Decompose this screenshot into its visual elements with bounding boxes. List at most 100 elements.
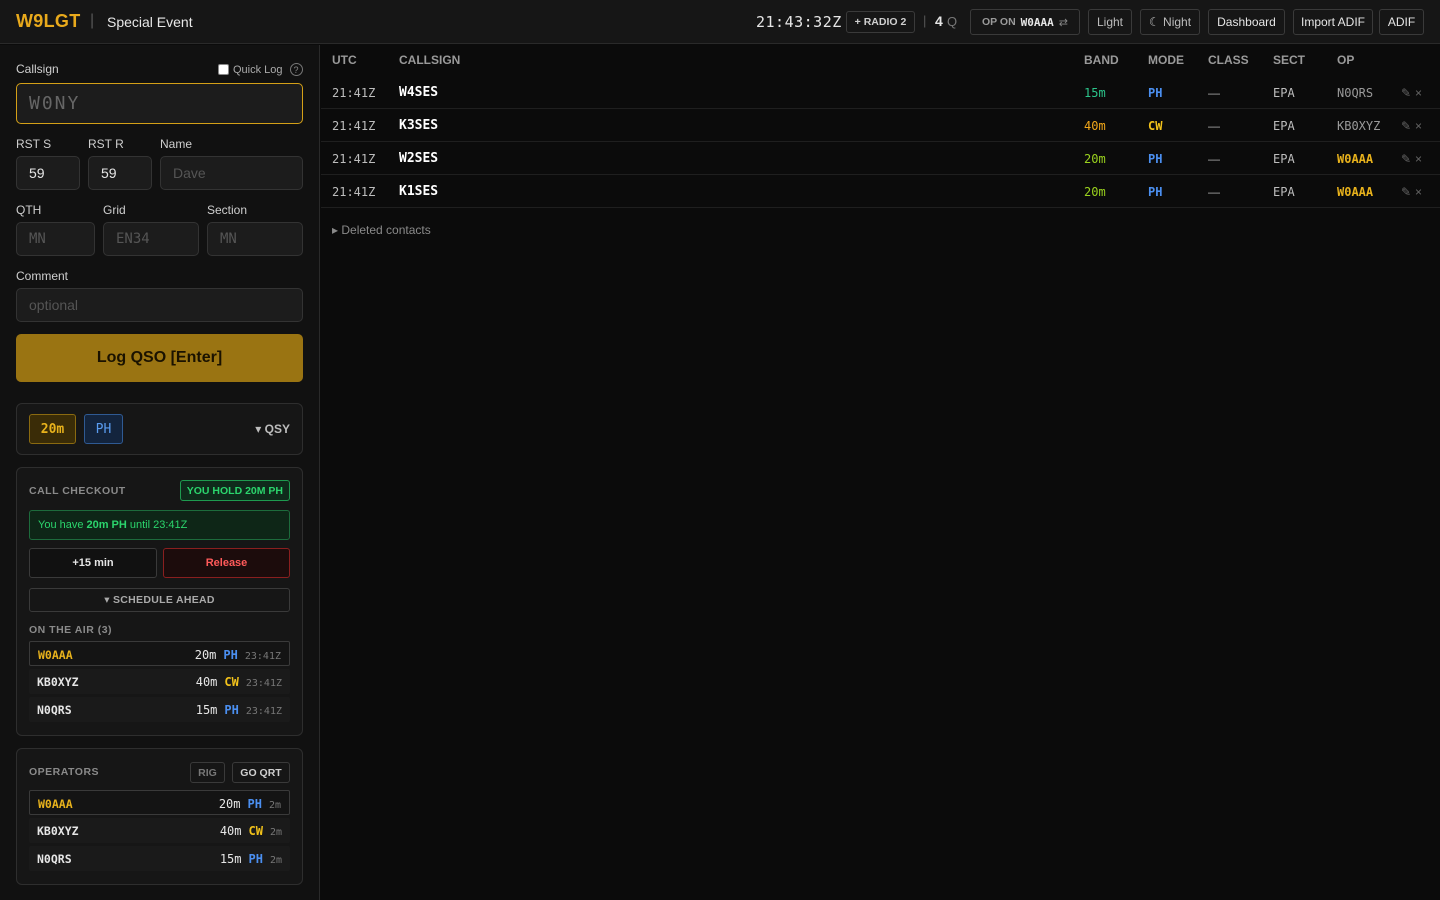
schedule-ahead-button[interactable]: ▾ SCHEDULE AHEAD xyxy=(29,588,290,612)
row-band: 15m xyxy=(1084,86,1106,100)
swap-icon: ⇄ xyxy=(1058,16,1068,29)
qsy-toggle[interactable]: ▾ QSY xyxy=(255,422,290,436)
extend-button[interactable]: +15 min xyxy=(29,548,157,578)
table-row[interactable]: 21:41Z K3SES 40m CW — EPA KB0XYZ ✎× xyxy=(321,109,1440,142)
on-air-band: 40m xyxy=(195,675,218,689)
on-air-time: 23:41Z xyxy=(244,651,281,662)
operator-item: KB0XYZ 40m CW 2m xyxy=(29,818,290,843)
active-operator: W0AAA xyxy=(1020,15,1054,29)
light-theme-button[interactable]: Light xyxy=(1088,9,1132,35)
name-placeholder: Dave xyxy=(173,165,206,181)
row-class: — xyxy=(1208,86,1220,100)
release-button[interactable]: Release xyxy=(163,548,290,578)
row-mode: PH xyxy=(1148,152,1163,166)
row-mode: CW xyxy=(1148,119,1163,133)
section-input[interactable]: MN xyxy=(207,222,303,256)
on-air-mode: PH xyxy=(224,703,239,717)
on-air-callsign: KB0XYZ xyxy=(37,675,79,689)
operator-list: W0AAA 20m PH 2m KB0XYZ 40m CW 2m N0QRS 1… xyxy=(29,790,290,874)
name-input[interactable]: Dave xyxy=(160,156,303,190)
export-adif-button[interactable]: ADIF xyxy=(1379,9,1424,35)
go-qrt-button[interactable]: GO QRT xyxy=(232,762,290,783)
add-radio-button[interactable]: + RADIO 2 xyxy=(846,11,915,33)
qth-input[interactable]: MN xyxy=(16,222,95,256)
on-air-callsign: N0QRS xyxy=(37,703,72,717)
table-row[interactable]: 21:41Z W4SES 15m PH — EPA N0QRS ✎× xyxy=(321,76,1440,109)
header-divider: | xyxy=(923,13,927,28)
brand-separator: | xyxy=(90,12,95,29)
row-callsign: K3SES xyxy=(399,118,439,133)
mode-chip[interactable]: PH xyxy=(84,414,123,444)
comment-label: Comment xyxy=(16,269,69,283)
night-theme-button[interactable]: ☾ Night xyxy=(1140,9,1200,35)
row-callsign: W4SES xyxy=(399,85,439,100)
qso-unit: Q xyxy=(947,14,958,29)
on-air-mode: CW xyxy=(224,675,239,689)
edit-delete-icons[interactable]: ✎× xyxy=(1401,185,1426,199)
table-row[interactable]: 21:41Z W2SES 20m PH — EPA W0AAA ✎× xyxy=(321,142,1440,175)
callsign-placeholder: W0NY xyxy=(29,93,81,114)
quick-log-checkbox[interactable] xyxy=(218,64,229,75)
on-air-band: 15m xyxy=(195,703,218,717)
on-air-band: 20m xyxy=(194,648,217,662)
qth-placeholder: MN xyxy=(29,231,46,247)
col-band: BAND xyxy=(1084,53,1119,67)
checkout-title: CALL CHECKOUT xyxy=(29,485,126,497)
import-adif-button[interactable]: Import ADIF xyxy=(1293,9,1373,35)
quick-log-label: Quick Log xyxy=(233,63,283,76)
operator-item: N0QRS 15m PH 2m xyxy=(29,846,290,871)
table-row[interactable]: 21:41Z K1SES 20m PH — EPA W0AAA ✎× xyxy=(321,175,1440,208)
rst-received-input[interactable]: 59 xyxy=(88,156,152,190)
row-utc: 21:41Z xyxy=(332,152,376,166)
deleted-contacts-toggle[interactable]: ▸ Deleted contacts xyxy=(332,223,431,237)
row-section: EPA xyxy=(1273,152,1295,166)
rst-received-value: 59 xyxy=(101,165,117,181)
rst-sent-input[interactable]: 59 xyxy=(16,156,80,190)
event-name: Special Event xyxy=(107,14,193,30)
row-utc: 21:41Z xyxy=(332,119,376,133)
rig-button[interactable]: RIG xyxy=(190,762,225,783)
row-callsign: K1SES xyxy=(399,184,439,199)
col-op: OP xyxy=(1337,53,1355,67)
rst-sent-value: 59 xyxy=(29,165,45,181)
row-mode: PH xyxy=(1148,86,1163,100)
operator-callsign: KB0XYZ xyxy=(37,824,79,838)
hold-badge: YOU HOLD 20M PH xyxy=(179,480,290,501)
rst-received-label: RST R xyxy=(88,137,124,151)
operator-mode: PH xyxy=(248,852,263,866)
operator-callsign: N0QRS xyxy=(37,852,72,866)
grid-label: Grid xyxy=(103,203,126,217)
comment-input[interactable]: optional xyxy=(16,288,303,322)
callsign-input[interactable]: W0NY xyxy=(16,83,303,124)
col-mode: MODE xyxy=(1148,53,1184,67)
name-label: Name xyxy=(160,137,193,151)
entry-panel: Callsign Quick Log ? W0NY RST S RST R Na… xyxy=(0,45,320,900)
edit-delete-icons[interactable]: ✎× xyxy=(1401,86,1426,100)
col-sect: SECT xyxy=(1273,53,1306,67)
on-air-callsign: W0AAA xyxy=(38,648,73,662)
on-air-item: W0AAA 20m PH 23:41Z xyxy=(29,641,290,666)
row-operator: N0QRS xyxy=(1337,86,1374,100)
quick-log-toggle[interactable]: Quick Log ? xyxy=(218,63,303,76)
operator-age: 2m xyxy=(268,800,281,811)
help-icon[interactable]: ? xyxy=(289,63,303,76)
on-air-list: W0AAA 20m PH 23:41Z KB0XYZ 40m CW 23:41Z… xyxy=(29,641,290,725)
edit-delete-icons[interactable]: ✎× xyxy=(1401,119,1426,133)
band-chip[interactable]: 20m xyxy=(29,414,76,444)
grid-input[interactable]: EN34 xyxy=(103,222,199,256)
utc-clock: 21:43:32Z xyxy=(756,13,842,31)
rst-sent-label: RST S xyxy=(16,137,52,151)
row-operator: W0AAA xyxy=(1337,152,1374,166)
hold-msg-slot: 20m PH xyxy=(86,519,127,531)
grid-placeholder: EN34 xyxy=(116,231,150,247)
row-section: EPA xyxy=(1273,185,1295,199)
row-operator: W0AAA xyxy=(1337,185,1374,199)
operator-age: 2m xyxy=(269,827,282,838)
operator-switch-button[interactable]: OP ON W0AAA ⇄ xyxy=(970,9,1080,35)
row-class: — xyxy=(1208,152,1220,166)
edit-delete-icons[interactable]: ✎× xyxy=(1401,152,1426,166)
col-callsign: CALLSIGN xyxy=(399,53,461,67)
operator-item: W0AAA 20m PH 2m xyxy=(29,790,290,815)
log-qso-button[interactable]: Log QSO [Enter] xyxy=(16,334,303,382)
dashboard-button[interactable]: Dashboard xyxy=(1208,9,1285,35)
